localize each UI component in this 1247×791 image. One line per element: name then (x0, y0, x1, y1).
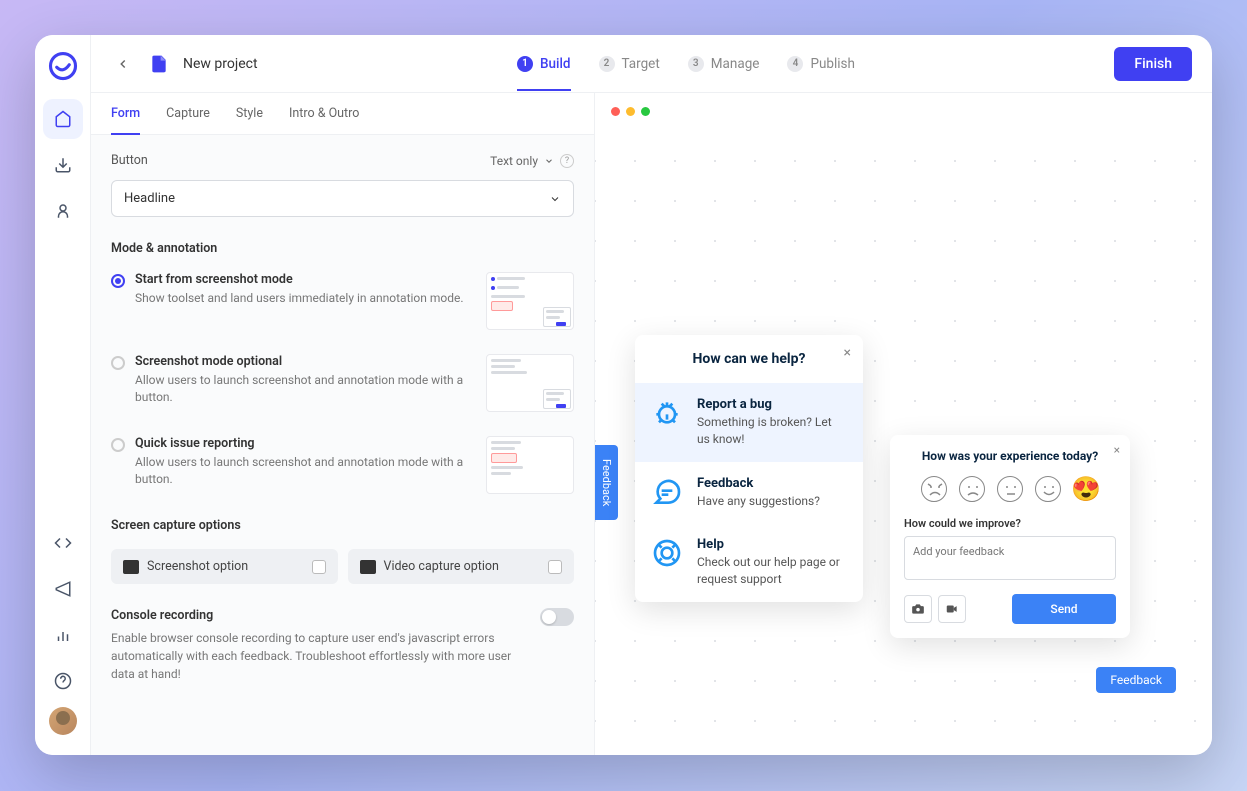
checkbox[interactable] (312, 560, 326, 574)
subtab-form[interactable]: Form (111, 93, 140, 134)
main-area: New project 1Build 2Target 3Manage 4Publ… (91, 35, 1212, 755)
capture-section-title: Screen capture options (111, 518, 574, 533)
video-icon (945, 602, 959, 616)
back-button[interactable] (111, 52, 135, 76)
video-capture-option[interactable]: Video capture option (348, 549, 575, 584)
camera-icon (123, 560, 139, 574)
close-icon[interactable]: × (1114, 443, 1120, 457)
nav-help[interactable] (43, 661, 83, 701)
improve-subtitle: How could we improve? (904, 517, 1116, 530)
radio-input[interactable] (111, 274, 125, 288)
app-logo[interactable] (46, 49, 80, 83)
experience-title: How was your experience today? (904, 449, 1116, 463)
mode-option-quick-issue[interactable]: Quick issue reporting Allow users to lau… (111, 436, 574, 494)
nav-announce[interactable] (43, 569, 83, 609)
chat-icon (651, 476, 683, 508)
preview-canvas: Feedback How can we help? × Report a bug (595, 135, 1212, 755)
screenshot-option[interactable]: Screenshot option (111, 549, 338, 584)
nav-rail (35, 35, 91, 755)
experience-popup: × How was your experience today? 😍 How c… (890, 435, 1130, 638)
subtab-intro-outro[interactable]: Intro & Outro (289, 93, 359, 134)
stepper: 1Build 2Target 3Manage 4Publish (272, 38, 1101, 90)
mode-preview-thumbnail (486, 354, 574, 412)
emoji-rating-row: 😍 (904, 475, 1116, 503)
mode-option-screenshot-optional[interactable]: Screenshot mode optional Allow users to … (111, 354, 574, 412)
attach-video-button[interactable] (938, 595, 966, 623)
step-publish[interactable]: 4Publish (787, 56, 855, 90)
step-target[interactable]: 2Target (599, 56, 660, 90)
body-split: Form Capture Style Intro & Outro Button … (91, 93, 1212, 755)
nav-code[interactable] (43, 523, 83, 563)
header: New project 1Build 2Target 3Manage 4Publ… (91, 35, 1212, 93)
preview-pane: Feedback How can we help? × Report a bug (595, 93, 1212, 755)
send-button[interactable]: Send (1012, 594, 1116, 624)
close-icon[interactable]: × (844, 345, 851, 361)
emoji-very-sad[interactable] (920, 475, 948, 503)
help-popup-title: How can we help? (651, 351, 847, 367)
console-title: Console recording (111, 608, 520, 623)
app-frame: New project 1Build 2Target 3Manage 4Publ… (35, 35, 1212, 755)
config-panel: Form Capture Style Intro & Outro Button … (91, 93, 595, 755)
nav-download[interactable] (43, 145, 83, 185)
project-title: New project (183, 56, 258, 72)
console-toggle[interactable] (540, 608, 574, 626)
mode-section-title: Mode & annotation (111, 241, 574, 256)
emoji-sad[interactable] (958, 475, 986, 503)
checkbox[interactable] (548, 560, 562, 574)
user-avatar[interactable] (49, 707, 77, 735)
nav-home[interactable] (43, 99, 83, 139)
video-icon (360, 560, 376, 574)
mode-option-screenshot-start[interactable]: Start from screenshot mode Show toolset … (111, 272, 574, 330)
panel-body: Button Text only ? Headline Mode & annot… (91, 135, 594, 755)
mode-preview-thumbnail (486, 436, 574, 494)
feedback-side-tab[interactable]: Feedback (595, 445, 618, 520)
text-only-toggle[interactable]: Text only ? (490, 154, 574, 168)
bug-icon (651, 397, 683, 429)
subtabs: Form Capture Style Intro & Outro (91, 93, 594, 135)
lifebuoy-icon (651, 537, 683, 569)
chevron-down-icon (544, 156, 554, 166)
console-desc: Enable browser console recording to capt… (111, 629, 520, 683)
subtab-capture[interactable]: Capture (166, 93, 210, 134)
button-label: Button (111, 153, 148, 168)
document-icon (149, 54, 169, 74)
help-item-help[interactable]: Help Check out our help page or request … (635, 523, 863, 602)
attach-screenshot-button[interactable] (904, 595, 932, 623)
finish-button[interactable]: Finish (1114, 47, 1192, 81)
step-manage[interactable]: 3Manage (688, 56, 760, 90)
emoji-happy[interactable] (1034, 475, 1062, 503)
radio-input[interactable] (111, 356, 125, 370)
traffic-lights (595, 93, 1212, 130)
nav-analytics[interactable] (43, 615, 83, 655)
radio-input[interactable] (111, 438, 125, 452)
feedback-textarea[interactable] (904, 536, 1116, 580)
help-icon[interactable]: ? (560, 154, 574, 168)
step-build[interactable]: 1Build (517, 56, 571, 90)
help-popup: How can we help? × Report a bug Somethin… (635, 335, 863, 602)
mode-preview-thumbnail (486, 272, 574, 330)
subtab-style[interactable]: Style (236, 93, 263, 134)
nav-user[interactable] (43, 191, 83, 231)
camera-icon (911, 602, 925, 616)
help-item-bug[interactable]: Report a bug Something is broken? Let us… (635, 383, 863, 462)
headline-select[interactable]: Headline (111, 180, 574, 217)
emoji-neutral[interactable] (996, 475, 1024, 503)
emoji-love[interactable]: 😍 (1072, 475, 1100, 503)
help-item-feedback[interactable]: Feedback Have any suggestions? (635, 462, 863, 524)
chevron-down-icon (549, 193, 561, 205)
feedback-badge[interactable]: Feedback (1096, 667, 1176, 693)
